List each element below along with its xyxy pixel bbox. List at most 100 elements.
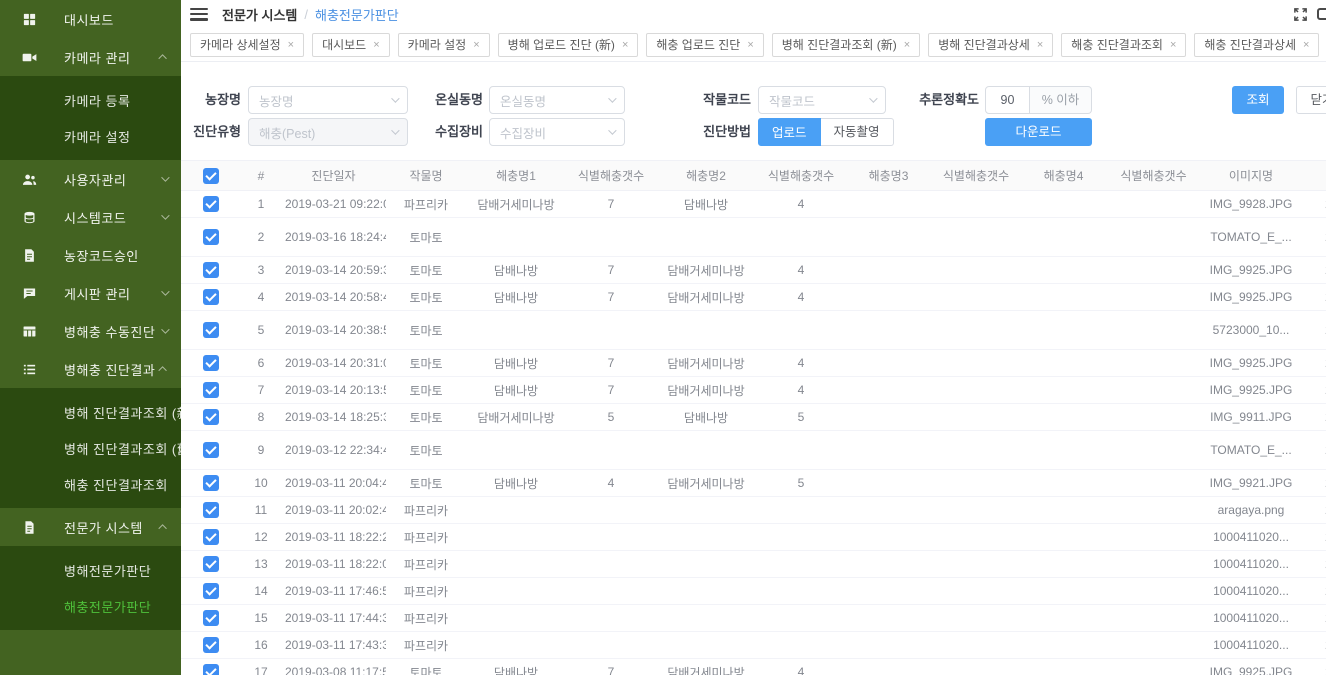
breadcrumb-page[interactable]: 해충전문가판단 xyxy=(315,5,399,24)
equipment-select[interactable]: 수집장비 xyxy=(489,118,625,146)
tab-7[interactable]: 해충 진단결과조회× xyxy=(1061,33,1186,57)
select-all-checkbox[interactable] xyxy=(203,168,219,184)
cell: 2019-03-14 20:38:56 xyxy=(281,311,386,350)
tab-close-icon[interactable]: × xyxy=(288,39,294,51)
row-checkbox[interactable] xyxy=(203,409,219,425)
cell xyxy=(846,404,931,431)
row-checkbox[interactable] xyxy=(203,556,219,572)
tab-8[interactable]: 해충 진단결과상세× xyxy=(1194,33,1319,57)
search-button[interactable]: 조회 xyxy=(1232,86,1284,114)
greenhouse-select[interactable]: 온실동명 xyxy=(489,86,625,114)
chevron-down-icon xyxy=(869,94,877,102)
row-checkbox[interactable] xyxy=(203,442,219,458)
chevron-up-icon xyxy=(158,524,166,532)
table-row[interactable]: 42019-03-14 20:58:46토마토담배나방7담배거세미나방4IMG_… xyxy=(181,284,1326,311)
tab-close-icon[interactable]: × xyxy=(622,39,628,51)
cell: 파프리카 xyxy=(386,578,466,605)
sidebar-item-user-management[interactable]: 사용자관리 xyxy=(0,160,181,198)
close-button[interactable]: 닫기 xyxy=(1296,86,1326,114)
tab-6[interactable]: 병해 진단결과상세× xyxy=(928,33,1053,57)
menu-toggle-icon[interactable] xyxy=(190,8,208,21)
table-row[interactable]: 162019-03-11 17:43:34파프리카1000411020...20… xyxy=(181,632,1326,659)
table-row[interactable]: 72019-03-14 20:13:53토마토담배나방7담배거세미나방4IMG_… xyxy=(181,377,1326,404)
row-checkbox-cell xyxy=(181,257,241,284)
cell xyxy=(846,350,931,377)
farm-select[interactable]: 농장명 xyxy=(248,86,408,114)
sidebar-item-diagnosis-results[interactable]: 병해충 진단결과 xyxy=(0,350,181,388)
row-checkbox[interactable] xyxy=(203,355,219,371)
row-checkbox-cell xyxy=(181,551,241,578)
tab-4[interactable]: 해충 업로드 진단× xyxy=(646,33,763,57)
row-checkbox[interactable] xyxy=(203,229,219,245)
table-row[interactable]: 12019-03-21 09:22:00파프리카담배거세미나방7담배나방4IMG… xyxy=(181,191,1326,218)
table-row[interactable]: 142019-03-11 17:46:58파프리카1000411020...20… xyxy=(181,578,1326,605)
tab-1[interactable]: 대시보드× xyxy=(312,33,390,57)
method-option-0[interactable]: 업로드 xyxy=(758,118,821,146)
row-checkbox[interactable] xyxy=(203,664,219,675)
table-row[interactable]: 82019-03-14 18:25:32토마토담배거세미나방5담배나방5IMG_… xyxy=(181,404,1326,431)
sidebar-subitem-pest-results[interactable]: 해충 진단결과조회 xyxy=(0,466,181,502)
sidebar-item-board-management[interactable]: 게시판 관리 xyxy=(0,274,181,312)
row-checkbox[interactable] xyxy=(203,610,219,626)
table-row[interactable]: 32019-03-14 20:59:38토마토담배나방7담배거세미나방4IMG_… xyxy=(181,257,1326,284)
row-checkbox[interactable] xyxy=(203,475,219,491)
row-checkbox[interactable] xyxy=(203,196,219,212)
row-checkbox[interactable] xyxy=(203,502,219,518)
table-row[interactable]: 122019-03-11 18:22:20파프리카1000411020...20… xyxy=(181,524,1326,551)
breadcrumb-separator: / xyxy=(304,7,308,22)
row-checkbox[interactable] xyxy=(203,637,219,653)
chevron-down-icon xyxy=(161,211,169,219)
table-row[interactable]: 172019-03-08 11:17:59토마토담배나방7담배거세미나방4IMG… xyxy=(181,659,1326,675)
sidebar-item-camera-management[interactable]: 카메라 관리 xyxy=(0,38,181,76)
row-checkbox[interactable] xyxy=(203,583,219,599)
cell xyxy=(1106,470,1201,497)
tab-2[interactable]: 카메라 설정× xyxy=(398,33,490,57)
cell xyxy=(756,311,846,350)
sidebar-item-manual-diagnosis[interactable]: 병해충 수동진단 xyxy=(0,312,181,350)
fullscreen-icon[interactable] xyxy=(1293,7,1308,25)
row-checkbox[interactable] xyxy=(203,289,219,305)
sidebar-subitem-disease-results-old[interactable]: 병해 진단결과조회 (舊) xyxy=(0,430,181,466)
chevron-down-icon xyxy=(608,126,616,134)
cell: 4 xyxy=(756,284,846,311)
sidebar-subitem-camera-register[interactable]: 카메라 등록 xyxy=(0,82,181,118)
cell: 4 xyxy=(756,659,846,675)
table-row[interactable]: 102019-03-11 20:04:40토마토담배나방4담배거세미나방5IMG… xyxy=(181,470,1326,497)
table-row[interactable]: 52019-03-14 20:38:56토마토5723000_10...2019 xyxy=(181,311,1326,350)
row-checkbox[interactable] xyxy=(203,262,219,278)
sidebar-item-expert-system[interactable]: 전문가 시스템 xyxy=(0,508,181,546)
clipped-toolbar-icon[interactable] xyxy=(1317,8,1326,20)
tab-close-icon[interactable]: × xyxy=(373,39,379,51)
tab-5[interactable]: 병해 진단결과조회 (新)× xyxy=(772,33,920,57)
row-checkbox[interactable] xyxy=(203,529,219,545)
table-row[interactable]: 62019-03-14 20:31:03토마토담배나방7담배거세미나방4IMG_… xyxy=(181,350,1326,377)
tab-close-icon[interactable]: × xyxy=(747,39,753,51)
sidebar-item-dashboard[interactable]: 대시보드 xyxy=(0,0,181,38)
table-row[interactable]: 112019-03-11 20:02:41파프리카aragaya.png2019 xyxy=(181,497,1326,524)
sidebar-subitem-disease-expert-judgment[interactable]: 병해전문가판단 xyxy=(0,552,181,588)
sidebar-item-system-code[interactable]: 시스템코드 xyxy=(0,198,181,236)
table-row[interactable]: 22019-03-16 18:24:43토마토TOMATO_E_...2019 xyxy=(181,218,1326,257)
tab-3[interactable]: 병해 업로드 진단 (新)× xyxy=(498,33,639,57)
row-checkbox[interactable] xyxy=(203,382,219,398)
table-row[interactable]: 152019-03-11 17:44:33파프리카1000411020...20… xyxy=(181,605,1326,632)
tab-close-icon[interactable]: × xyxy=(473,39,479,51)
cell: 2019-03-11 17:46:58 xyxy=(281,578,386,605)
tab-0[interactable]: 카메라 상세설정× xyxy=(190,33,304,57)
accuracy-input[interactable]: 90 xyxy=(985,86,1030,114)
table-row[interactable]: 92019-03-12 22:34:44토마토TOMATO_E_...2019 xyxy=(181,431,1326,470)
sidebar-subitem-camera-settings[interactable]: 카메라 설정 xyxy=(0,118,181,154)
tab-close-icon[interactable]: × xyxy=(1170,39,1176,51)
download-button[interactable]: 다운로드 xyxy=(985,118,1092,146)
crop-select[interactable]: 작물코드 xyxy=(758,86,886,114)
row-checkbox[interactable] xyxy=(203,322,219,338)
method-option-1[interactable]: 자동촬영 xyxy=(821,118,894,146)
cell xyxy=(1106,497,1201,524)
tab-close-icon[interactable]: × xyxy=(1037,39,1043,51)
sidebar-subitem-pest-expert-judgment[interactable]: 해충전문가판단 xyxy=(0,588,181,624)
sidebar-subitem-disease-results-new[interactable]: 병해 진단결과조회 (新) xyxy=(0,394,181,430)
tab-close-icon[interactable]: × xyxy=(904,39,910,51)
table-row[interactable]: 132019-03-11 18:22:03파프리카1000411020...20… xyxy=(181,551,1326,578)
sidebar-item-farm-code-approval[interactable]: 농장코드승인 xyxy=(0,236,181,274)
tab-close-icon[interactable]: × xyxy=(1303,39,1309,51)
